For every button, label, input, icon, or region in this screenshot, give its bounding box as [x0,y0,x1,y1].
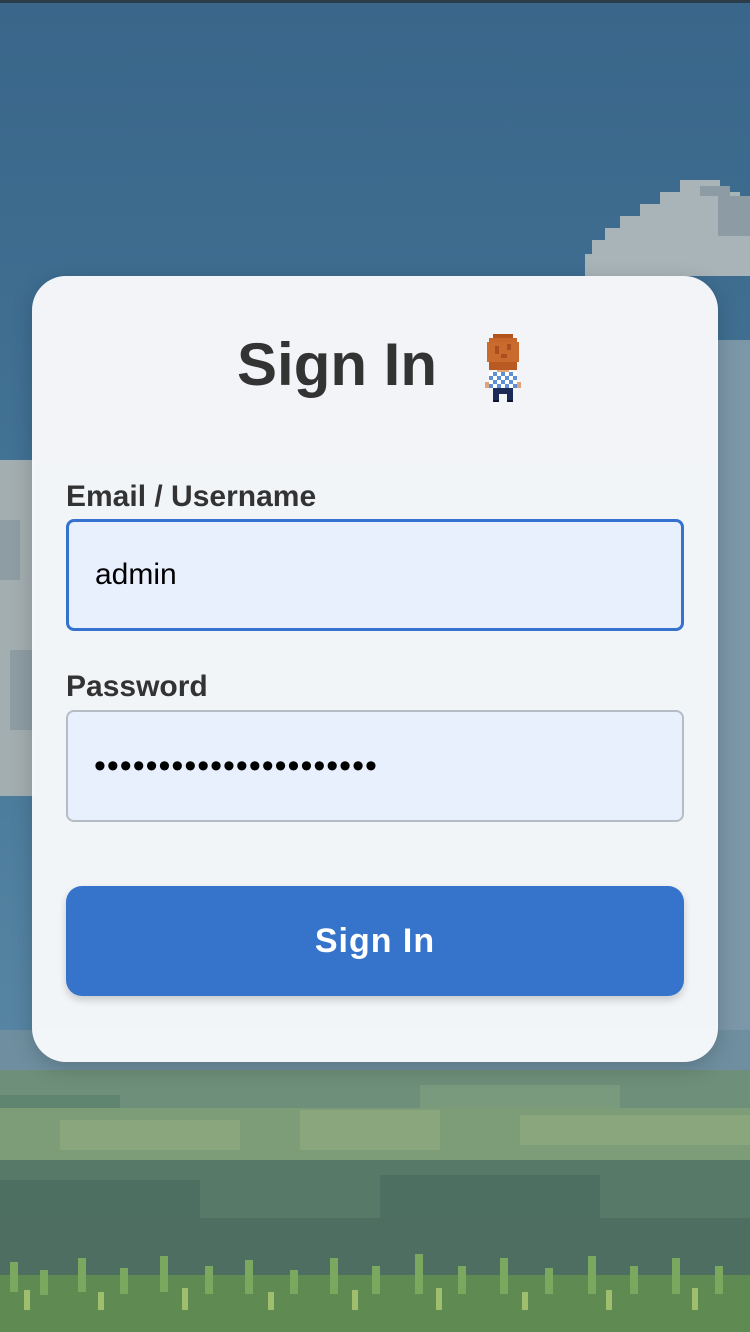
sign-in-card: Sign In Email / Username admin Password … [32,276,718,1062]
title-row: Sign In [32,326,718,404]
sign-in-button[interactable]: Sign In [66,886,684,996]
password-label: Password [66,670,208,703]
email-label: Email / Username [66,480,317,513]
page-title: Sign In [237,331,437,398]
email-field[interactable] [66,519,684,631]
cloud-left [0,460,34,796]
pixel-character-icon [484,334,521,402]
password-field[interactable] [66,710,684,822]
